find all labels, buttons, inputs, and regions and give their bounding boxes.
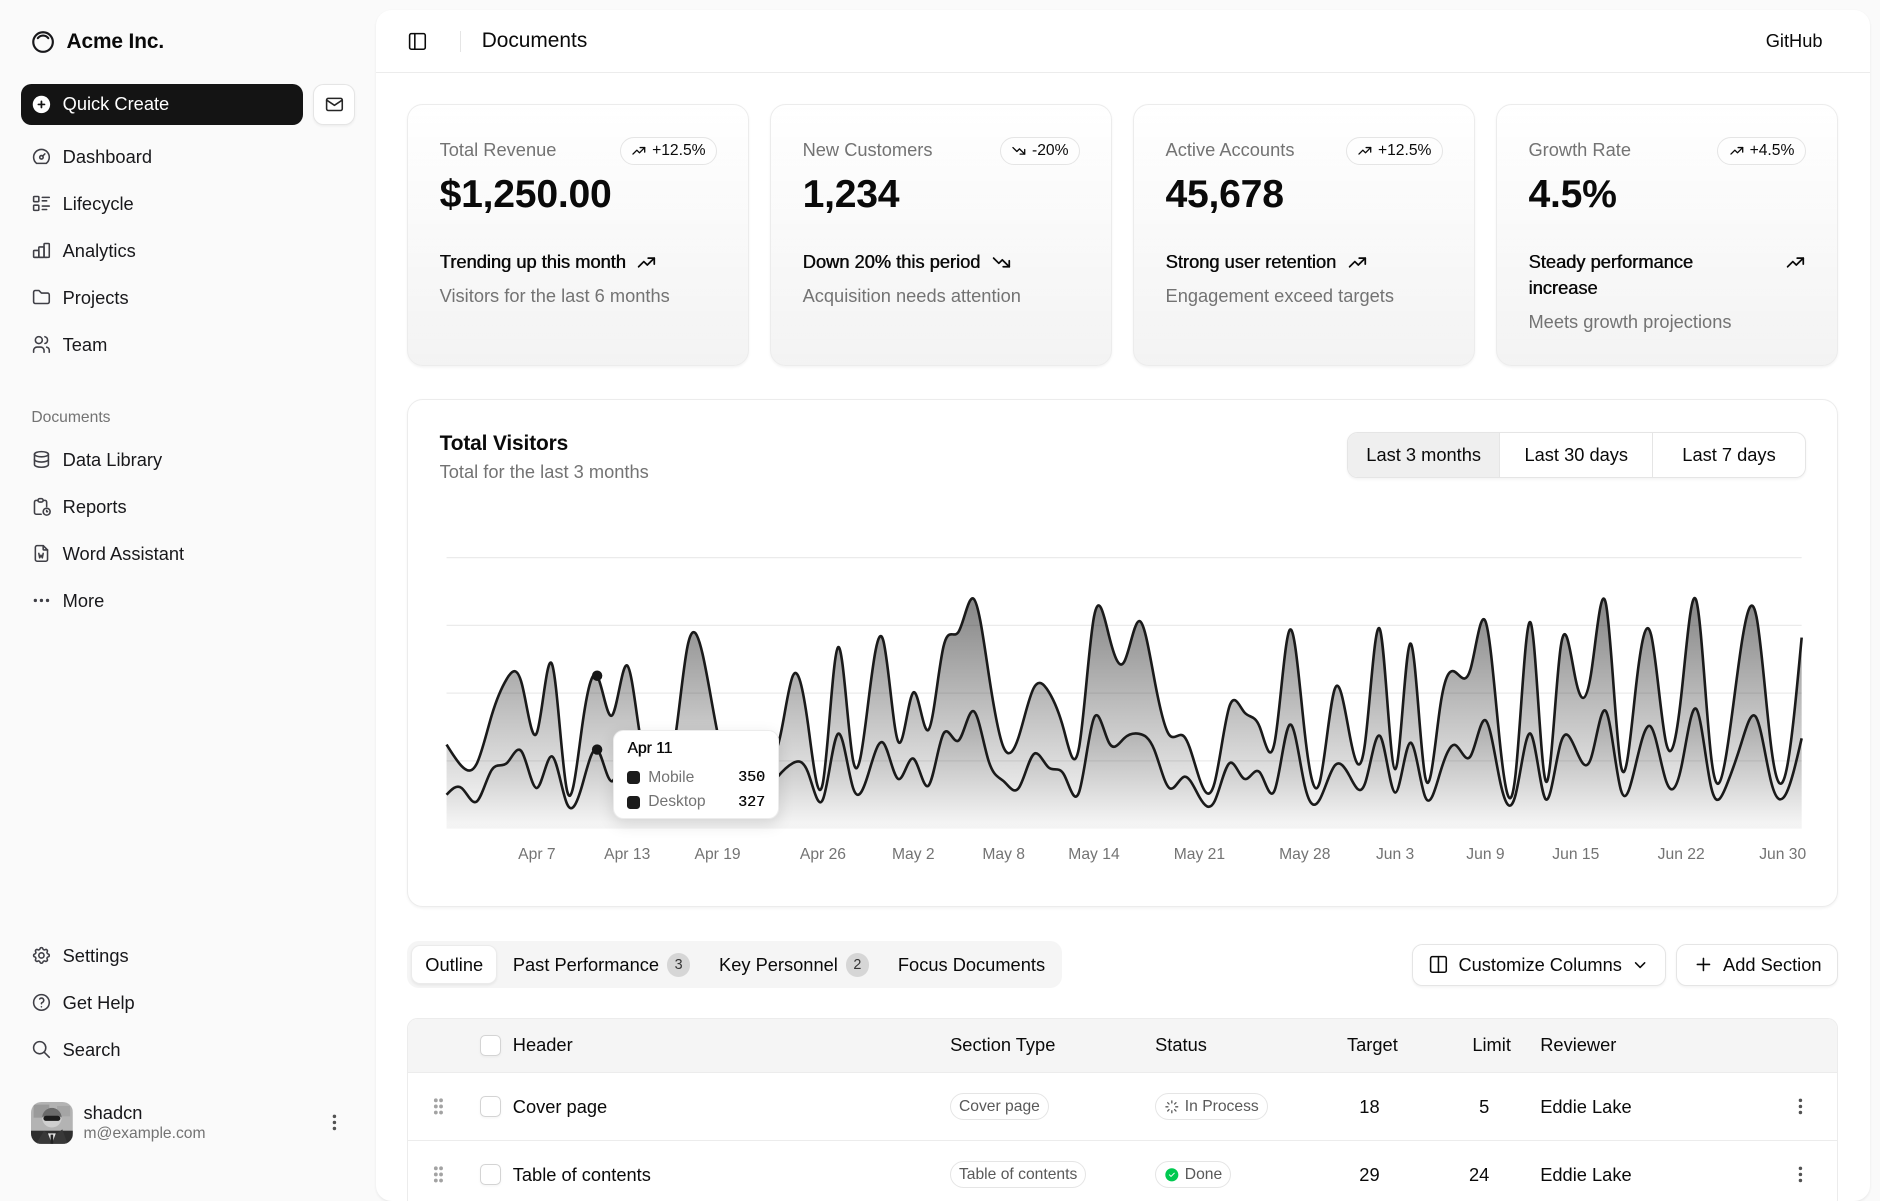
svg-text:May 2: May 2 <box>892 846 935 863</box>
svg-text:Apr 19: Apr 19 <box>694 846 740 863</box>
svg-text:May 21: May 21 <box>1173 846 1224 863</box>
svg-text:Apr 7: Apr 7 <box>518 846 555 863</box>
svg-text:Apr 26: Apr 26 <box>800 846 846 863</box>
svg-text:May 8: May 8 <box>982 846 1025 863</box>
svg-text:May 14: May 14 <box>1068 846 1120 863</box>
svg-text:Jun 9: Jun 9 <box>1466 846 1504 863</box>
svg-text:Jun 15: Jun 15 <box>1552 846 1599 863</box>
svg-text:Jun 30: Jun 30 <box>1759 846 1806 863</box>
svg-text:Jun 22: Jun 22 <box>1657 846 1704 863</box>
svg-text:Apr 13: Apr 13 <box>604 846 650 863</box>
svg-text:Jun 3: Jun 3 <box>1376 846 1415 863</box>
svg-text:May 28: May 28 <box>1279 846 1331 863</box>
